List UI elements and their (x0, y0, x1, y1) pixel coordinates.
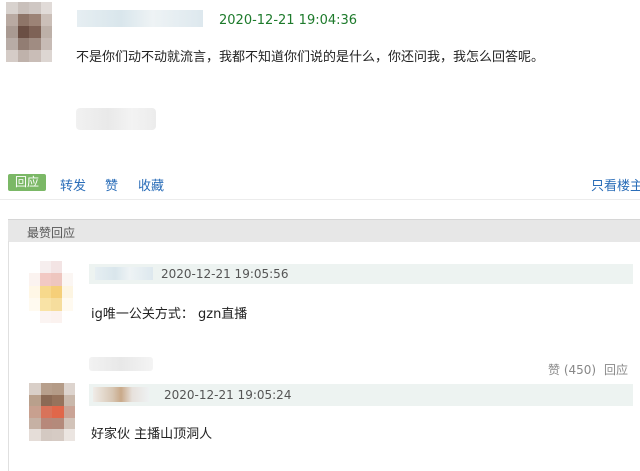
op-avatar[interactable] (6, 2, 52, 62)
reply-2-timestamp: 2020-12-21 19:05:24 (164, 388, 292, 402)
blurred-signature (76, 108, 156, 130)
reply-1-like-count[interactable]: 赞 (450) (548, 361, 596, 378)
op-username-redacted[interactable] (77, 10, 203, 27)
reply-1-content: ig唯一公关方式： gzn直播 (91, 307, 248, 322)
like-link[interactable]: 赞 (105, 175, 118, 194)
section-left-border (8, 241, 9, 471)
top-replies-title: 最赞回应 (27, 226, 76, 240)
only-op-link[interactable]: 只看楼主 (591, 175, 640, 194)
top-replies-header: 最赞回应 (8, 219, 640, 242)
divider (0, 199, 640, 200)
reply-1-username-redacted[interactable] (95, 267, 153, 280)
collect-link[interactable]: 收藏 (138, 175, 164, 194)
post-timestamp: 2020-12-21 19:04:36 (219, 13, 358, 28)
reply-1-avatar[interactable] (29, 261, 73, 323)
forward-link[interactable]: 转发 (60, 175, 86, 194)
blurred-signature (89, 357, 153, 371)
reply-1-header: 2020-12-21 19:05:56 (89, 264, 633, 284)
reply-1-reply-link[interactable]: 回应 (604, 361, 628, 378)
reply-2-username-redacted[interactable] (93, 387, 149, 402)
reply-2-content: 好家伙 主播山顶洞人 (91, 427, 213, 442)
reply-2-header: 2020-12-21 19:05:24 (89, 384, 633, 406)
reply-button[interactable]: 回应 (8, 174, 46, 191)
reply-1-timestamp: 2020-12-21 19:05:56 (161, 267, 289, 281)
reply-2-avatar[interactable] (29, 383, 75, 441)
post-content: 不是你们动不动就流言，我都不知道你们说的是什么，你还问我，我怎么回答呢。 (76, 50, 545, 65)
